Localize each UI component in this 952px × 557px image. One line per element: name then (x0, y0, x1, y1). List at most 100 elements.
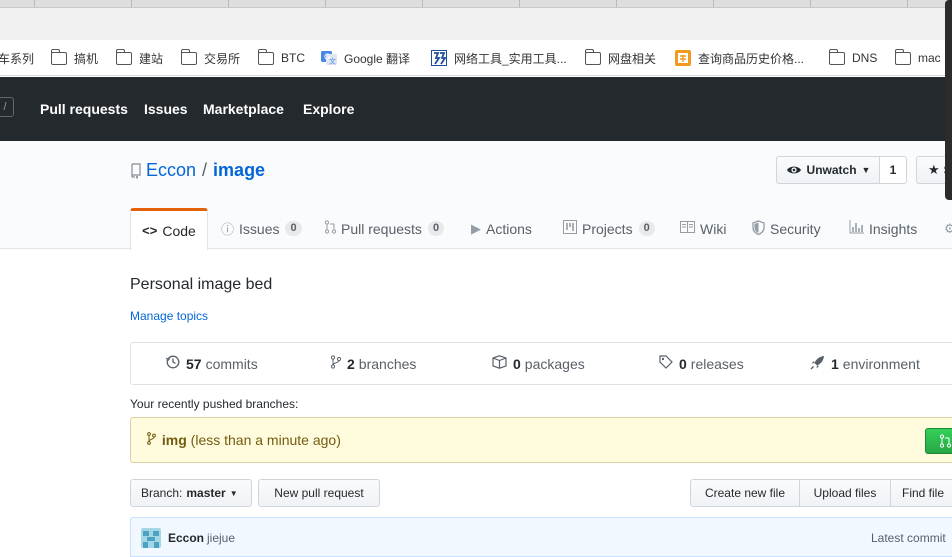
bookmark-label: 搞机 (74, 51, 99, 66)
price-history-icon (675, 50, 691, 66)
environment-link[interactable]: 1 environment (810, 343, 920, 384)
shield-icon (752, 219, 765, 238)
folder-icon (258, 49, 274, 66)
bookmark-item[interactable]: 查询商品历史价格... (675, 40, 804, 76)
tab-settings[interactable]: ⚙ (944, 208, 952, 249)
avatar[interactable] (141, 528, 161, 548)
tab-code[interactable]: <> Code (130, 208, 208, 250)
tab-separator (131, 0, 132, 7)
find-file-button[interactable]: Find file (890, 479, 952, 507)
branch-prefix: Branch: (141, 486, 183, 500)
folder-icon (181, 49, 197, 66)
bookmark-item[interactable]: 搞机 (51, 40, 98, 76)
repo-path-separator: / (202, 160, 208, 180)
play-icon: ▶ (471, 220, 481, 236)
tab-insights[interactable]: Insights (849, 208, 917, 249)
environment-count: 1 (831, 355, 839, 372)
graph-icon (849, 220, 864, 237)
recent-branch-text: img (less than a minute ago) (147, 432, 341, 448)
nav-issues[interactable]: Issues (144, 101, 188, 117)
site-header: / Pull requests Issues Marketplace Explo… (0, 77, 952, 141)
releases-link[interactable]: 0 releases (659, 343, 744, 384)
search-shortcut-hint[interactable]: / (0, 97, 14, 117)
window-scrollbar[interactable] (945, 0, 952, 200)
bookmark-item[interactable]: 网络工具_实用工具... (431, 40, 567, 76)
folder-icon (895, 49, 911, 66)
chevron-down-icon: ▼ (229, 488, 238, 498)
bookmark-label: mac (918, 51, 941, 65)
recent-branches-label: Your recently pushed branches: (130, 397, 299, 411)
tab-label: Pull requests (341, 220, 422, 237)
unwatch-label: Unwatch (806, 163, 857, 177)
recent-branch-notice: img (less than a minute ago) (130, 417, 952, 463)
google-translate-icon: G文 (321, 50, 337, 66)
svg-text:文: 文 (329, 57, 336, 66)
new-pull-request-button[interactable]: New pull request (258, 479, 380, 507)
nav-explore[interactable]: Explore (303, 101, 354, 117)
bookmark-item[interactable]: 车系列 (0, 40, 34, 76)
tab-label: Projects (582, 220, 633, 237)
branches-count: 2 (347, 355, 355, 372)
bookmarks-bar: 车系列 搞机 建站 交易所 BTC G文 Google 翻译 网络工具_实用工具… (0, 40, 952, 76)
packages-link[interactable]: 0 packages (492, 343, 585, 384)
repo-description: Personal image bed (130, 276, 273, 293)
tab-separator (907, 0, 908, 7)
bookmark-item[interactable]: 建站 (116, 40, 163, 76)
chevron-down-icon: ▼ (861, 165, 871, 175)
commits-link[interactable]: 57 commits (165, 343, 258, 384)
repo-icon (130, 162, 142, 179)
repo-owner-link[interactable]: Eccon (146, 160, 196, 181)
tab-projects[interactable]: Projects 0 (563, 208, 655, 249)
tab-separator (422, 0, 423, 7)
bookmark-label: Google 翻译 (344, 51, 411, 66)
bookmark-label: 交易所 (204, 51, 241, 66)
packages-label: packages (524, 355, 585, 372)
recent-branch-name[interactable]: img (162, 432, 187, 448)
branches-link[interactable]: 2 branches (330, 343, 416, 384)
project-icon (563, 220, 577, 237)
latest-commit-bar: Eccon jiejue Latest commit (130, 517, 952, 557)
unwatch-button[interactable]: Unwatch ▼ (776, 156, 880, 184)
tab-wiki[interactable]: Wiki (680, 208, 726, 249)
tab-separator (34, 0, 35, 7)
commit-message-link[interactable]: jiejue (207, 531, 235, 545)
tab-issues[interactable]: ⓘ Issues 0 (221, 208, 302, 249)
releases-label: releases (690, 355, 744, 372)
tab-pull-requests[interactable]: Pull requests 0 (324, 208, 445, 249)
tab-counter: 0 (427, 221, 445, 236)
upload-files-button[interactable]: Upload files (799, 479, 891, 507)
tab-separator (810, 0, 811, 7)
commit-author-link[interactable]: Eccon (168, 531, 204, 545)
folder-icon (116, 49, 132, 66)
bookmark-item[interactable]: 网盘相关 (585, 40, 656, 76)
bookmark-label: 网盘相关 (608, 51, 657, 66)
tab-security[interactable]: Security (752, 208, 821, 249)
repo-name-link[interactable]: image (213, 160, 265, 181)
bookmark-item[interactable]: 交易所 (181, 40, 240, 76)
tab-separator (713, 0, 714, 7)
latest-commit-label: Latest commit (871, 531, 946, 545)
environment-label: environment (842, 355, 920, 372)
bookmark-item[interactable]: mac (895, 40, 941, 76)
compare-pull-request-button[interactable] (925, 428, 952, 454)
create-new-file-button[interactable]: Create new file (690, 479, 800, 507)
bookmark-item[interactable]: DNS (829, 40, 877, 76)
tab-actions[interactable]: ▶ Actions (471, 208, 532, 249)
bookmark-label: 网络工具_实用工具... (454, 51, 567, 66)
tab-label: Insights (869, 220, 918, 237)
rocket-icon (810, 355, 825, 373)
bookmark-item[interactable]: BTC (258, 40, 305, 76)
tab-label: Security (770, 220, 821, 237)
nav-marketplace[interactable]: Marketplace (203, 101, 284, 117)
watchers-count[interactable]: 1 (879, 156, 907, 184)
bookmark-label: 查询商品历史价格... (698, 51, 805, 66)
address-bar-area[interactable] (0, 8, 952, 40)
bookmark-item[interactable]: G文 Google 翻译 (321, 40, 410, 76)
folder-icon (585, 49, 601, 66)
manage-topics-link[interactable]: Manage topics (130, 309, 208, 323)
branch-select-button[interactable]: Branch: master ▼ (130, 479, 252, 507)
tab-label: Wiki (700, 220, 727, 237)
releases-count: 0 (679, 355, 687, 372)
nav-pull-requests[interactable]: Pull requests (40, 101, 128, 117)
tag-icon (659, 355, 673, 372)
